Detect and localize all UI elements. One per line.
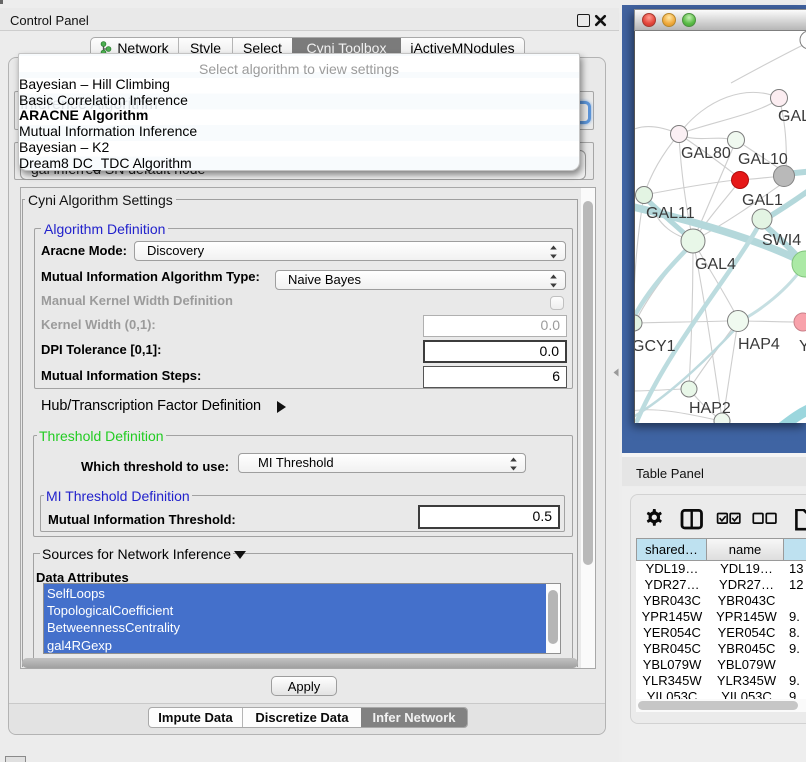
- svg-text:HAP4: HAP4: [738, 336, 780, 353]
- svg-text:GAL10: GAL10: [738, 151, 788, 168]
- svg-text:GAL80: GAL80: [681, 145, 731, 162]
- svg-text:GAL4: GAL4: [695, 256, 736, 273]
- svg-text:HAP2: HAP2: [689, 400, 731, 417]
- svg-text:Y: Y: [799, 338, 806, 355]
- svg-text:GCY1: GCY1: [635, 338, 676, 355]
- svg-text:GAL11: GAL11: [646, 205, 695, 222]
- svg-text:GAL7: GAL7: [778, 108, 806, 125]
- svg-text:GAL1: GAL1: [742, 192, 783, 209]
- svg-text:SWI4: SWI4: [762, 232, 801, 249]
